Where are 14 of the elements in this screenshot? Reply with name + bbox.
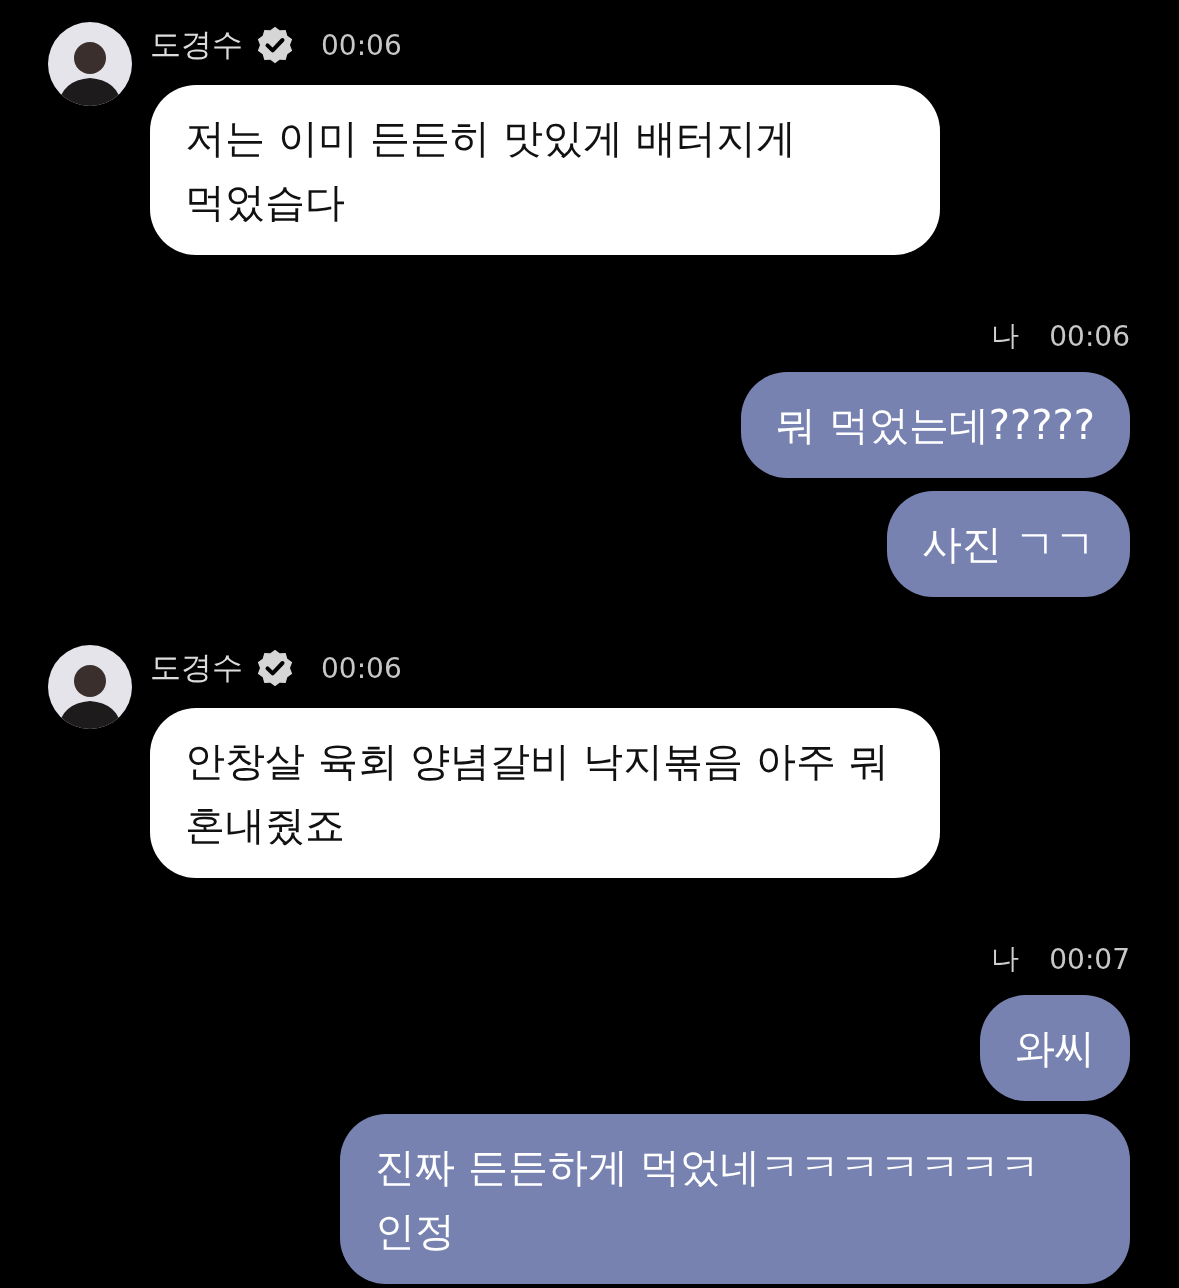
message-time: 00:07	[1049, 942, 1130, 976]
sender-name: 나	[991, 941, 1020, 977]
message-bubble: 와씨	[980, 995, 1130, 1101]
message-time: 00:06	[321, 651, 402, 685]
sender-name: 도경수	[150, 648, 243, 687]
message-bubble: 저는 이미 든든히 맛있게 배터지게 먹었습다	[150, 85, 940, 255]
message-bubble: 진짜 든든하게 먹었네ㅋㅋㅋㅋㅋㅋㅋ 인정	[340, 1114, 1130, 1284]
message-time: 00:06	[321, 28, 402, 62]
message-bubble: 안창살 육회 양념갈비 낙지볶음 아주 뭐 혼내줬죠	[150, 708, 940, 878]
sender-name: 도경수	[150, 25, 243, 64]
message-time: 00:06	[1049, 319, 1130, 353]
message-bubble: 사진 ㄱㄱ	[887, 491, 1130, 597]
message-bubble: 뭐 먹었는데?????	[741, 372, 1130, 478]
sender-name: 나	[991, 318, 1020, 354]
